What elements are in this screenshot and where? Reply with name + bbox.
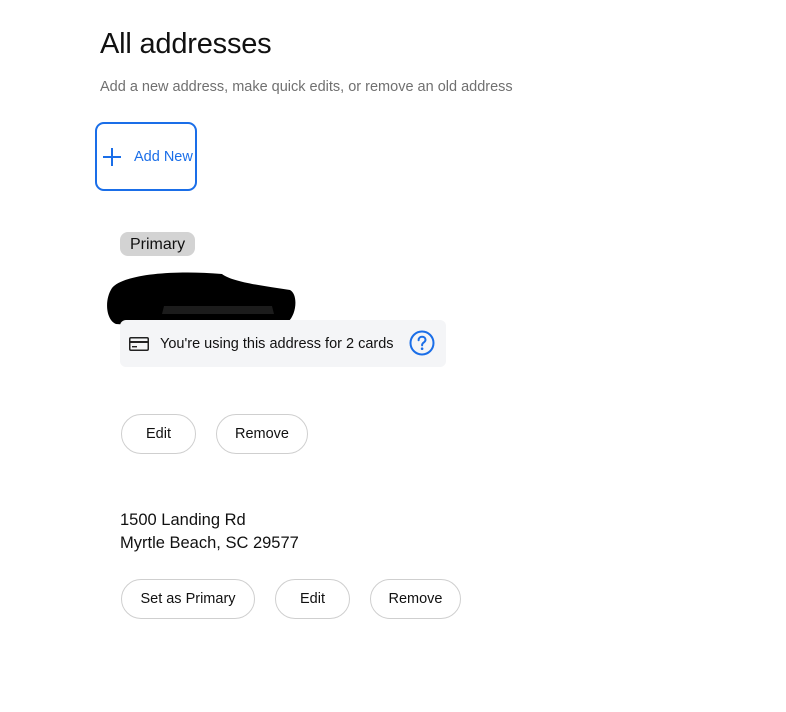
address-line-2: Myrtle Beach, SC 29577 [120,534,299,552]
set-as-primary-button[interactable]: Set as Primary [121,579,255,619]
page-title: All addresses [100,28,272,60]
add-new-address-button[interactable]: Add New [95,122,197,191]
primary-badge: Primary [120,232,196,256]
plus-icon [103,147,121,166]
remove-address-button[interactable]: Remove [370,579,461,619]
credit-card-icon [129,337,149,351]
cards-notice-text: You're using this address for 2 cards [160,335,394,352]
address-line-1: 1500 Landing Rd [120,511,246,529]
edit-address-button[interactable]: Edit [275,579,350,619]
add-new-label: Add New [134,148,193,165]
addresses-page: All addresses Add a new address, make qu… [0,0,786,712]
page-subtitle: Add a new address, make quick edits, or … [100,79,513,95]
question-circle-icon[interactable] [409,330,435,356]
cards-usage-notice: You're using this address for 2 cards [120,320,446,367]
edit-primary-address-button[interactable]: Edit [121,414,196,454]
remove-primary-address-button[interactable]: Remove [216,414,308,454]
